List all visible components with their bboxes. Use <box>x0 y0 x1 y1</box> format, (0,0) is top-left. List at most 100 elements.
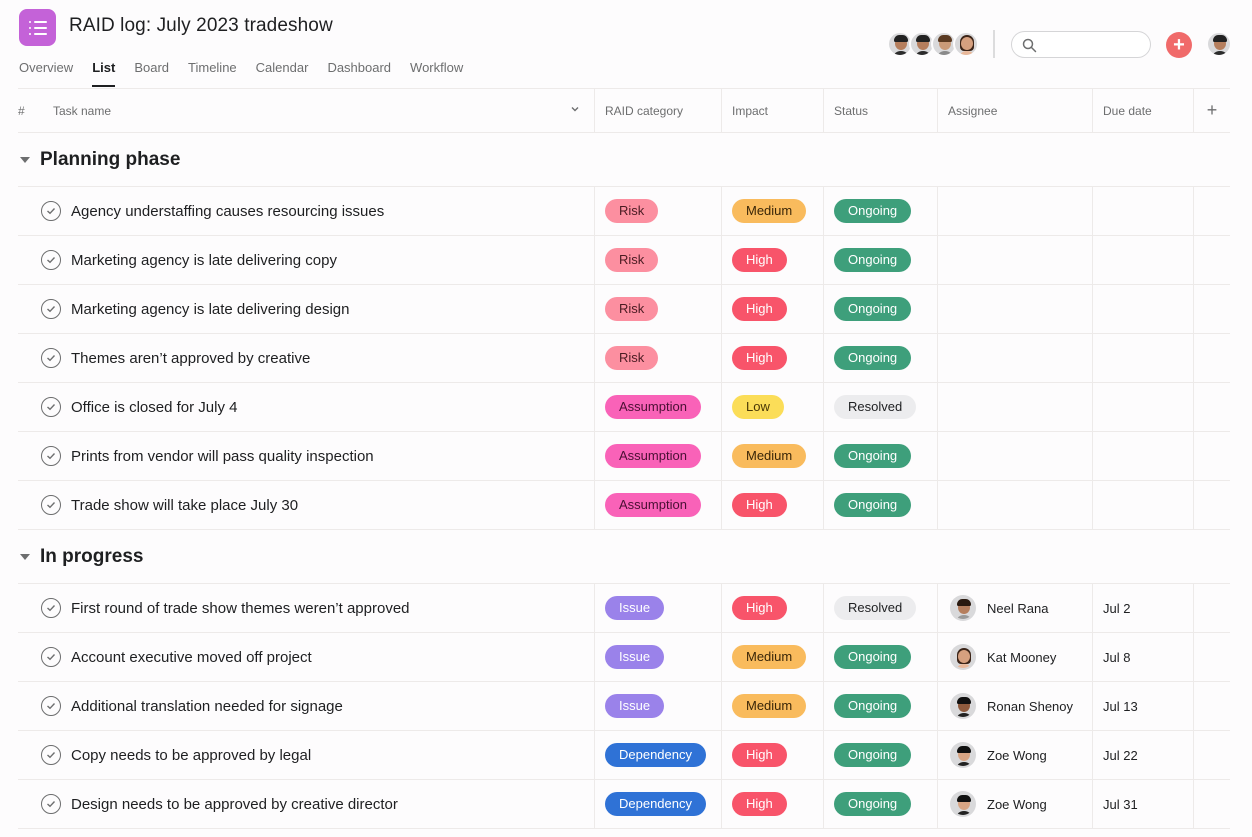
impact-cell[interactable]: Medium <box>722 633 824 681</box>
due-date-cell[interactable]: Jul 31 <box>1093 780 1194 828</box>
due-date-cell[interactable]: Jul 22 <box>1093 731 1194 779</box>
chevron-down-icon[interactable] <box>570 104 580 114</box>
column-impact[interactable]: Impact <box>722 89 824 132</box>
assignee-avatar[interactable] <box>950 595 976 621</box>
due-date-cell[interactable] <box>1093 236 1194 284</box>
task-name-cell[interactable]: Account executive moved off project <box>18 633 595 681</box>
assignee-cell[interactable]: Zoe Wong <box>938 780 1093 828</box>
assignee-name[interactable]: Zoe Wong <box>987 797 1047 812</box>
task-row[interactable]: Trade show will take place July 30 Assum… <box>18 481 1230 530</box>
task-row[interactable]: Design needs to be approved by creative … <box>18 780 1230 829</box>
task-name[interactable]: Agency understaffing causes resourcing i… <box>71 203 384 220</box>
complete-check-icon[interactable] <box>41 397 61 417</box>
task-row[interactable]: Additional translation needed for signag… <box>18 682 1230 731</box>
task-name[interactable]: Themes aren’t approved by creative <box>71 350 310 367</box>
assignee-cell[interactable] <box>938 285 1093 333</box>
assignee-cell[interactable]: Neel Rana <box>938 584 1093 632</box>
assignee-avatar[interactable] <box>950 791 976 817</box>
due-date-cell[interactable] <box>1093 432 1194 480</box>
assignee-avatar[interactable] <box>950 693 976 719</box>
raid-category-cell[interactable]: Issue <box>595 633 722 681</box>
member-avatar[interactable] <box>953 31 979 57</box>
assignee-cell[interactable] <box>938 187 1093 235</box>
task-name-cell[interactable]: Agency understaffing causes resourcing i… <box>18 187 595 235</box>
raid-category-cell[interactable]: Risk <box>595 334 722 382</box>
due-date-cell[interactable]: Jul 2 <box>1093 584 1194 632</box>
raid-category-cell[interactable]: Assumption <box>595 481 722 529</box>
project-members[interactable] <box>887 31 979 57</box>
raid-category-cell[interactable]: Risk <box>595 285 722 333</box>
complete-check-icon[interactable] <box>41 446 61 466</box>
section-title[interactable]: In progress <box>40 546 143 568</box>
status-cell[interactable]: Ongoing <box>824 432 938 480</box>
raid-category-cell[interactable]: Risk <box>595 236 722 284</box>
tab-calendar[interactable]: Calendar <box>256 60 309 87</box>
status-cell[interactable]: Ongoing <box>824 285 938 333</box>
task-name[interactable]: Additional translation needed for signag… <box>71 698 343 715</box>
assignee-cell[interactable] <box>938 432 1093 480</box>
task-name[interactable]: Copy needs to be approved by legal <box>71 747 311 764</box>
impact-cell[interactable]: Medium <box>722 432 824 480</box>
due-date-cell[interactable]: Jul 8 <box>1093 633 1194 681</box>
status-cell[interactable]: Ongoing <box>824 187 938 235</box>
status-cell[interactable]: Resolved <box>824 383 938 431</box>
complete-check-icon[interactable] <box>41 794 61 814</box>
project-title[interactable]: RAID log: July 2023 tradeshow <box>69 15 333 37</box>
impact-cell[interactable]: High <box>722 236 824 284</box>
task-row[interactable]: Marketing agency is late delivering copy… <box>18 236 1230 285</box>
task-name[interactable]: Prints from vendor will pass quality ins… <box>71 448 374 465</box>
due-date-cell[interactable]: Jul 13 <box>1093 682 1194 730</box>
section-title[interactable]: Planning phase <box>40 149 180 171</box>
task-name-cell[interactable]: Design needs to be approved by creative … <box>18 780 595 828</box>
raid-category-cell[interactable]: Issue <box>595 682 722 730</box>
task-name-cell[interactable]: Trade show will take place July 30 <box>18 481 595 529</box>
assignee-name[interactable]: Zoe Wong <box>987 748 1047 763</box>
task-name-cell[interactable]: First round of trade show themes weren’t… <box>18 584 595 632</box>
assignee-cell[interactable] <box>938 334 1093 382</box>
complete-check-icon[interactable] <box>41 299 61 319</box>
tab-overview[interactable]: Overview <box>19 60 73 87</box>
tab-list[interactable]: List <box>92 60 116 87</box>
impact-cell[interactable]: Medium <box>722 682 824 730</box>
current-user-avatar[interactable] <box>1206 31 1232 57</box>
status-cell[interactable]: Ongoing <box>824 334 938 382</box>
search-input[interactable] <box>1011 31 1151 58</box>
task-name-cell[interactable]: Marketing agency is late delivering copy <box>18 236 595 284</box>
raid-category-cell[interactable]: Assumption <box>595 432 722 480</box>
assignee-cell[interactable] <box>938 383 1093 431</box>
due-date-cell[interactable] <box>1093 285 1194 333</box>
task-row[interactable]: Prints from vendor will pass quality ins… <box>18 432 1230 481</box>
assignee-cell[interactable]: Kat Mooney <box>938 633 1093 681</box>
impact-cell[interactable]: Low <box>722 383 824 431</box>
assignee-name[interactable]: Neel Rana <box>987 601 1048 616</box>
task-name-cell[interactable]: Prints from vendor will pass quality ins… <box>18 432 595 480</box>
task-name-cell[interactable]: Copy needs to be approved by legal <box>18 731 595 779</box>
column-status[interactable]: Status <box>824 89 938 132</box>
assignee-avatar[interactable] <box>950 742 976 768</box>
task-name[interactable]: Office is closed for July 4 <box>71 399 237 416</box>
task-name[interactable]: Design needs to be approved by creative … <box>71 796 398 813</box>
complete-check-icon[interactable] <box>41 250 61 270</box>
caret-down-icon[interactable] <box>20 553 30 560</box>
impact-cell[interactable]: High <box>722 584 824 632</box>
assignee-cell[interactable] <box>938 236 1093 284</box>
assignee-name[interactable]: Ronan Shenoy <box>987 699 1073 714</box>
task-row[interactable]: Agency understaffing causes resourcing i… <box>18 187 1230 236</box>
tab-board[interactable]: Board <box>134 60 169 87</box>
complete-check-icon[interactable] <box>41 745 61 765</box>
task-name[interactable]: Account executive moved off project <box>71 649 312 666</box>
task-name[interactable]: First round of trade show themes weren’t… <box>71 600 410 617</box>
task-name-cell[interactable]: Office is closed for July 4 <box>18 383 595 431</box>
column-due-date[interactable]: Due date <box>1093 89 1194 132</box>
column-task-name[interactable]: # Task name <box>18 89 595 132</box>
assignee-avatar[interactable] <box>950 644 976 670</box>
impact-cell[interactable]: High <box>722 780 824 828</box>
status-cell[interactable]: Ongoing <box>824 731 938 779</box>
task-row[interactable]: Marketing agency is late delivering desi… <box>18 285 1230 334</box>
due-date-cell[interactable] <box>1093 187 1194 235</box>
tab-dashboard[interactable]: Dashboard <box>327 60 391 87</box>
task-name[interactable]: Marketing agency is late delivering copy <box>71 252 337 269</box>
impact-cell[interactable]: High <box>722 731 824 779</box>
complete-check-icon[interactable] <box>41 495 61 515</box>
task-row[interactable]: First round of trade show themes weren’t… <box>18 584 1230 633</box>
